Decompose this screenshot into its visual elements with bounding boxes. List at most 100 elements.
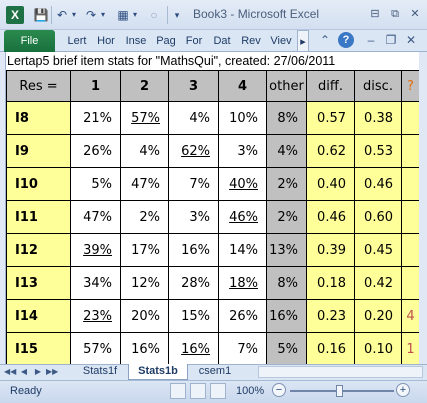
header-res[interactable]: Res =	[6, 70, 71, 102]
difficulty-cell[interactable]: 0.16	[307, 333, 355, 364]
discrimination-cell[interactable]: 0.42	[355, 267, 402, 300]
discrimination-cell[interactable]: 0.38	[355, 102, 402, 135]
last-sheet-icon[interactable]: ▶▶	[46, 365, 58, 379]
other-cell[interactable]: 2%	[267, 168, 307, 201]
other-cell[interactable]: 8%	[267, 102, 307, 135]
discrimination-cell[interactable]: 0.20	[355, 300, 402, 333]
sheet-banner[interactable]: Lertap5 brief item stats for "MathsQui",…	[6, 52, 419, 70]
normal-view-icon[interactable]	[170, 383, 186, 399]
page-break-view-icon[interactable]	[210, 383, 226, 399]
sheet-tab-stats1f[interactable]: Stats1f	[72, 364, 128, 380]
flag-cell[interactable]	[402, 135, 419, 168]
circle-icon[interactable]: ○	[146, 7, 162, 23]
close-button[interactable]: ✕	[406, 6, 424, 22]
discrimination-cell[interactable]: 0.10	[355, 333, 402, 364]
workbook-minimize-icon[interactable]: –	[362, 31, 380, 49]
option-cell[interactable]: 12%	[121, 267, 169, 300]
form-dropdown-icon[interactable]: ▾	[131, 7, 139, 23]
more-tabs-button[interactable]: ▸	[297, 30, 309, 52]
sheet-tab-csem1[interactable]: csem1	[190, 364, 240, 380]
difficulty-cell[interactable]: 0.46	[307, 201, 355, 234]
option-cell[interactable]: 28%	[169, 267, 219, 300]
option-cell-keyed[interactable]: 39%	[71, 234, 121, 267]
option-cell-keyed[interactable]: 46%	[219, 201, 267, 234]
option-cell-keyed[interactable]: 57%	[121, 102, 169, 135]
form-icon[interactable]: ▦	[115, 7, 131, 23]
row-label[interactable]: I13	[6, 267, 71, 300]
customize-qat-icon[interactable]: ▾	[172, 7, 182, 23]
option-cell[interactable]: 4%	[169, 102, 219, 135]
difficulty-cell[interactable]: 0.18	[307, 267, 355, 300]
option-cell[interactable]: 3%	[219, 135, 267, 168]
option-cell[interactable]: 34%	[71, 267, 121, 300]
row-label[interactable]: I12	[6, 234, 71, 267]
flag-cell[interactable]	[402, 267, 419, 300]
other-cell[interactable]: 8%	[267, 267, 307, 300]
row-label[interactable]: I9	[6, 135, 71, 168]
difficulty-cell[interactable]: 0.57	[307, 102, 355, 135]
discrimination-cell[interactable]: 0.53	[355, 135, 402, 168]
flag-cell[interactable]	[402, 201, 419, 234]
other-cell[interactable]: 5%	[267, 333, 307, 364]
difficulty-cell[interactable]: 0.23	[307, 300, 355, 333]
other-cell[interactable]: 4%	[267, 135, 307, 168]
header-opt4[interactable]: 4	[219, 70, 267, 102]
difficulty-cell[interactable]: 0.39	[307, 234, 355, 267]
redo-icon[interactable]: ↷	[84, 7, 98, 23]
redo-dropdown-icon[interactable]: ▾	[99, 7, 107, 23]
tab-view[interactable]: Viev	[267, 30, 295, 52]
option-cell-keyed[interactable]: 62%	[169, 135, 219, 168]
discrimination-cell[interactable]: 0.45	[355, 234, 402, 267]
restore-button[interactable]: ⧉	[386, 6, 404, 22]
page-layout-view-icon[interactable]	[190, 383, 206, 399]
tab-formulas[interactable]: For	[182, 30, 206, 52]
tab-review[interactable]: Rev	[238, 30, 264, 52]
header-disc[interactable]: disc.	[355, 70, 402, 102]
tab-home[interactable]: Hor	[93, 30, 119, 52]
save-icon[interactable]: 💾	[33, 7, 49, 23]
row-label[interactable]: I11	[6, 201, 71, 234]
row-label[interactable]: I10	[6, 168, 71, 201]
option-cell[interactable]: 4%	[121, 135, 169, 168]
other-cell[interactable]: 16%	[267, 300, 307, 333]
row-label[interactable]: I14	[6, 300, 71, 333]
file-tab[interactable]: File	[4, 30, 55, 52]
option-cell-keyed[interactable]: 18%	[219, 267, 267, 300]
expand-ribbon-icon[interactable]: ⌃	[316, 31, 334, 49]
option-cell[interactable]: 15%	[169, 300, 219, 333]
zoom-level[interactable]: 100%	[236, 384, 264, 398]
horizontal-scrollbar[interactable]	[258, 366, 423, 378]
tab-insert[interactable]: Inse	[122, 30, 150, 52]
option-cell[interactable]: 17%	[121, 234, 169, 267]
other-cell[interactable]: 2%	[267, 201, 307, 234]
difficulty-cell[interactable]: 0.40	[307, 168, 355, 201]
first-sheet-icon[interactable]: ◀◀	[4, 365, 16, 379]
discrimination-cell[interactable]: 0.46	[355, 168, 402, 201]
row-label[interactable]: I8	[6, 102, 71, 135]
option-cell[interactable]: 14%	[219, 234, 267, 267]
flag-cell[interactable]	[402, 234, 419, 267]
zoom-slider-thumb[interactable]	[336, 385, 343, 397]
header-flag[interactable]: ?	[402, 70, 419, 102]
flag-cell[interactable]	[402, 102, 419, 135]
option-cell[interactable]: 57%	[71, 333, 121, 364]
option-cell[interactable]: 10%	[219, 102, 267, 135]
tab-data[interactable]: Dat	[209, 30, 235, 52]
option-cell-keyed[interactable]: 16%	[169, 333, 219, 364]
zoom-in-button[interactable]: +	[396, 383, 410, 397]
flag-cell[interactable]: 1	[402, 333, 419, 364]
undo-icon[interactable]: ↶	[55, 7, 69, 23]
next-sheet-icon[interactable]: ▶	[32, 365, 44, 379]
header-diff[interactable]: diff.	[307, 70, 355, 102]
excel-logo-icon[interactable]: X	[6, 6, 24, 24]
flag-cell[interactable]	[402, 168, 419, 201]
option-cell[interactable]: 21%	[71, 102, 121, 135]
option-cell[interactable]: 16%	[169, 234, 219, 267]
option-cell[interactable]: 20%	[121, 300, 169, 333]
option-cell[interactable]: 7%	[219, 333, 267, 364]
vertical-scrollbar[interactable]	[419, 52, 427, 364]
other-cell[interactable]: 13%	[267, 234, 307, 267]
option-cell-keyed[interactable]: 40%	[219, 168, 267, 201]
discrimination-cell[interactable]: 0.60	[355, 201, 402, 234]
row-label[interactable]: I15	[6, 333, 71, 364]
